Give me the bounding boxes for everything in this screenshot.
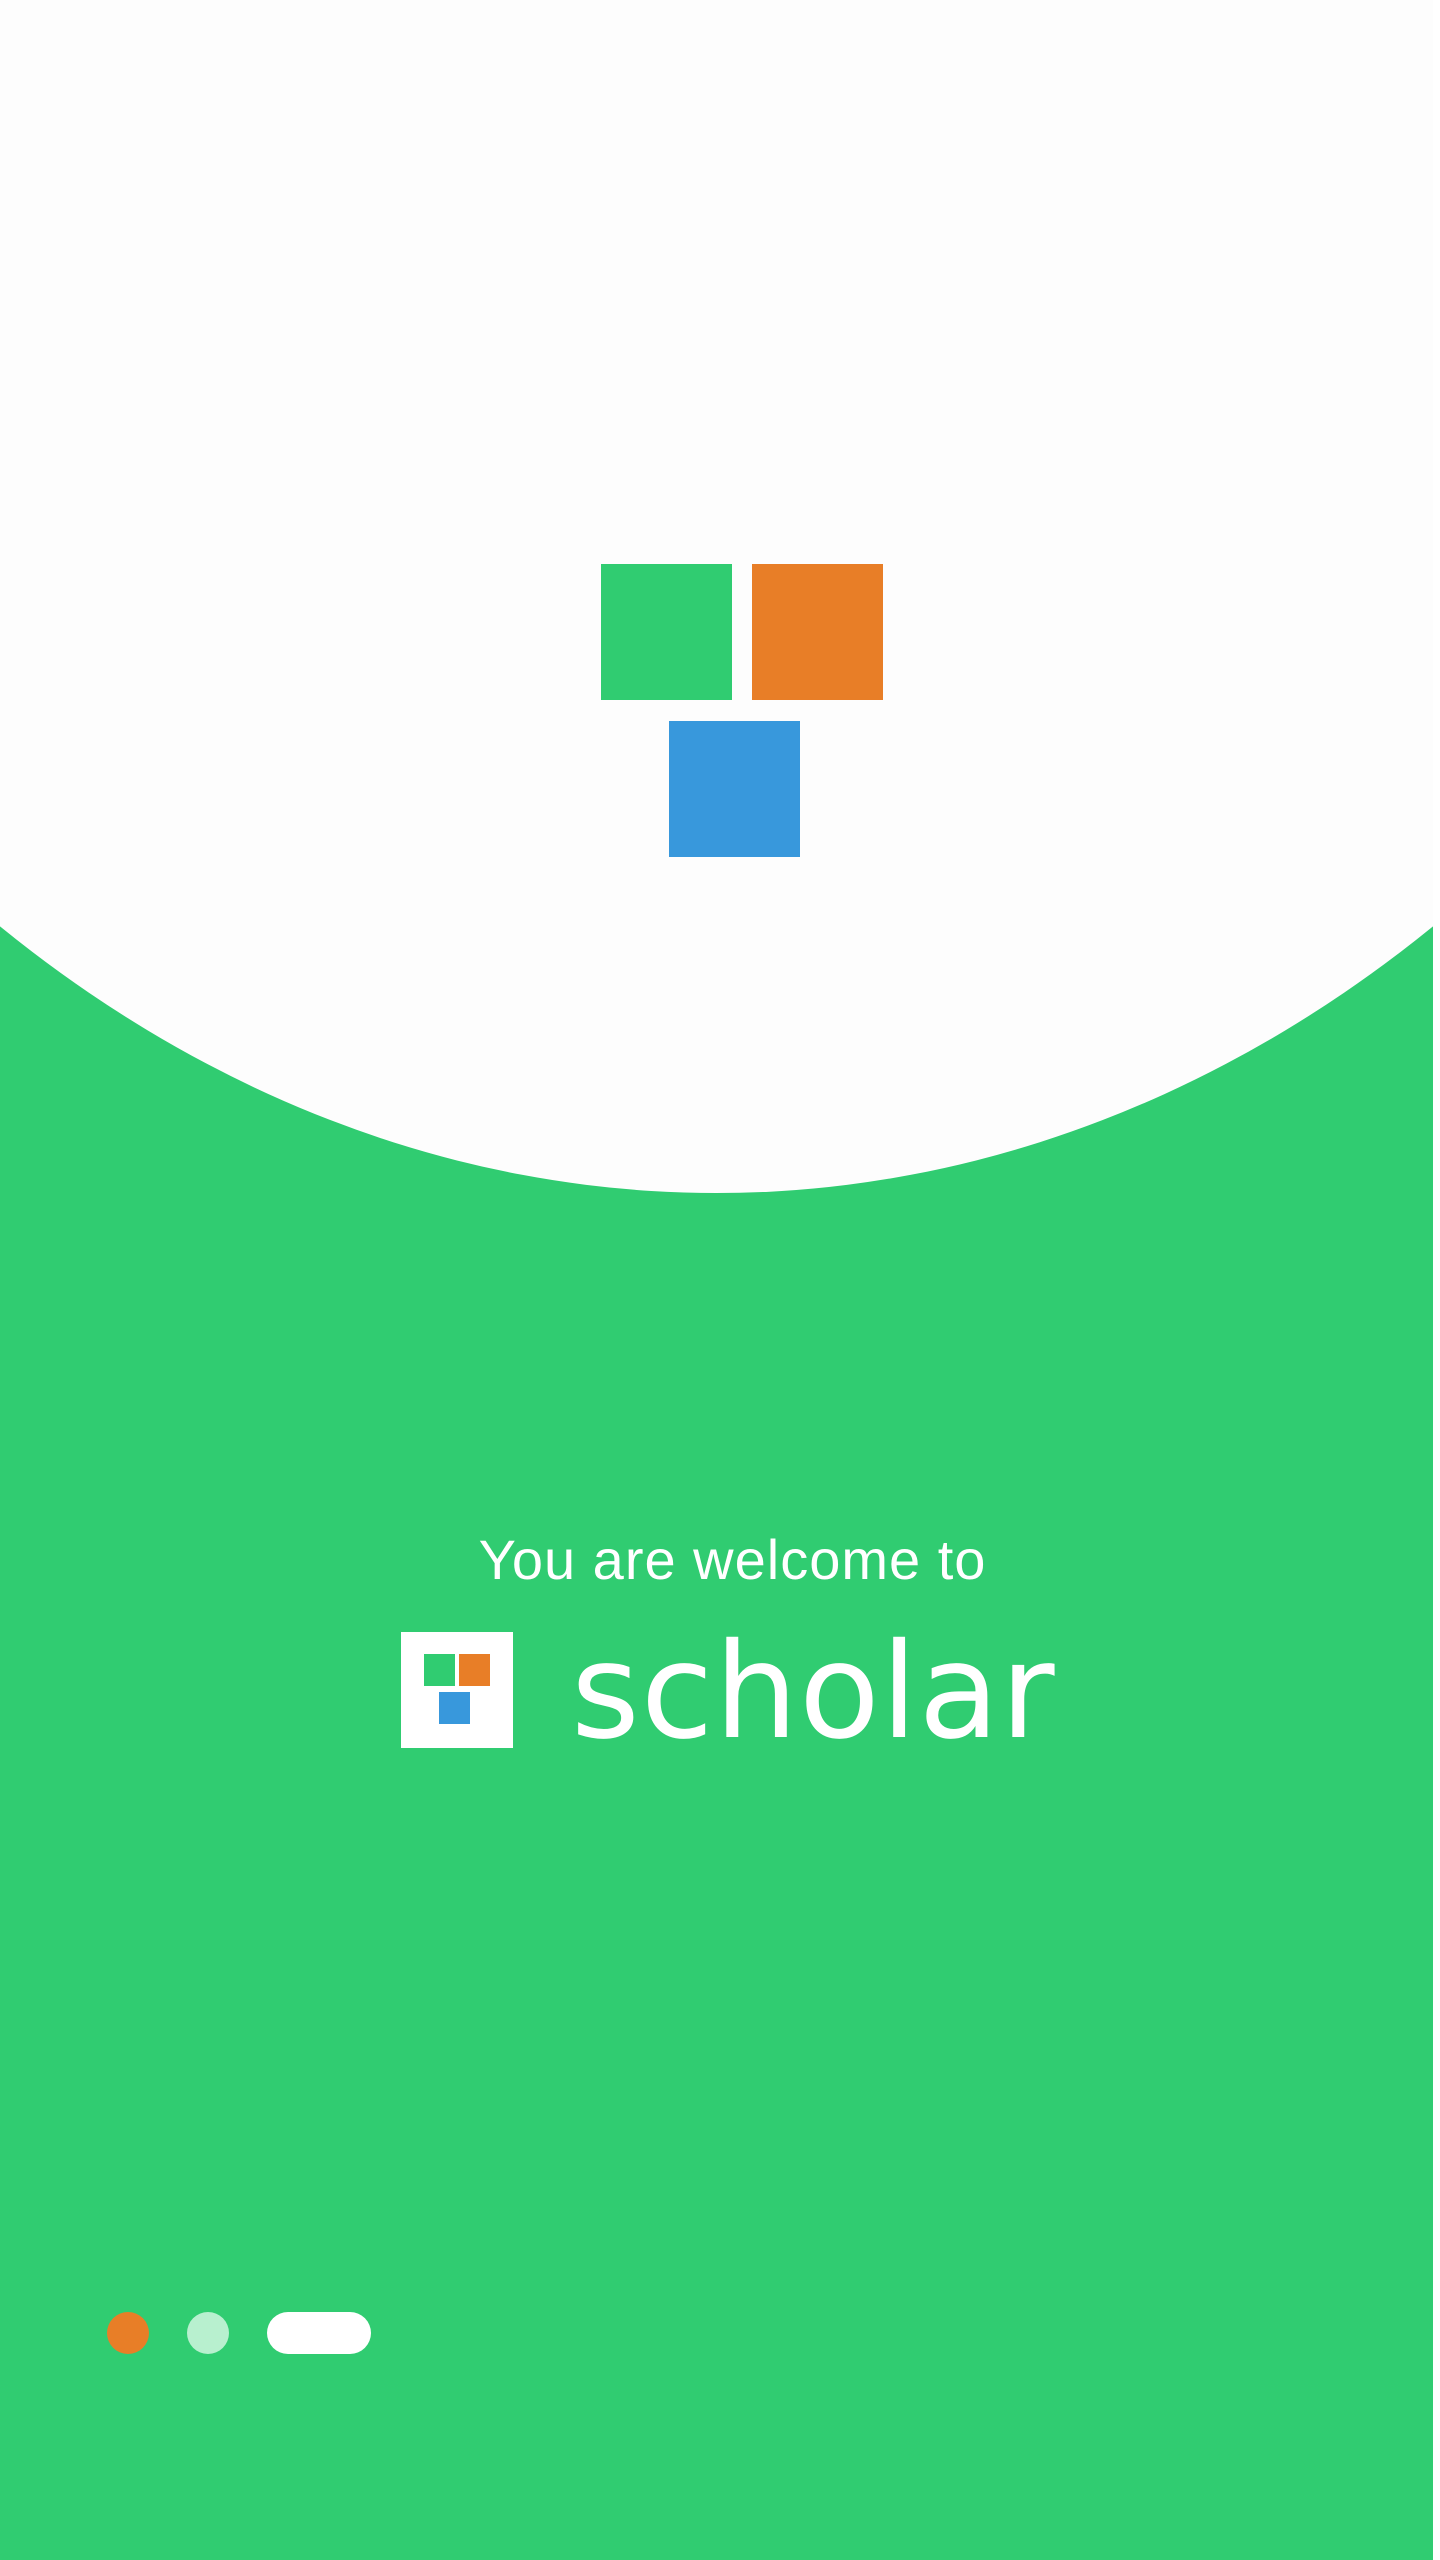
badge-blue-square bbox=[439, 1692, 470, 1724]
logo-blue-square bbox=[669, 721, 800, 857]
page-dot-1[interactable] bbox=[107, 2312, 149, 2354]
onboarding-screen: You are welcome to scholar bbox=[0, 0, 1433, 2560]
badge-orange-square bbox=[459, 1654, 490, 1686]
hero-logo-icon bbox=[601, 564, 885, 857]
logo-green-square bbox=[601, 564, 732, 700]
page-dot-3-active[interactable] bbox=[267, 2312, 371, 2354]
logo-orange-square bbox=[752, 564, 883, 700]
brand-badge-icon bbox=[401, 1632, 513, 1748]
brand-name: scholar bbox=[571, 1615, 1056, 1769]
welcome-text: You are welcome to bbox=[478, 1528, 987, 1591]
page-dot-2[interactable] bbox=[187, 2312, 229, 2354]
badge-green-square bbox=[424, 1654, 455, 1686]
right-edge-strip bbox=[1433, 0, 1440, 2560]
